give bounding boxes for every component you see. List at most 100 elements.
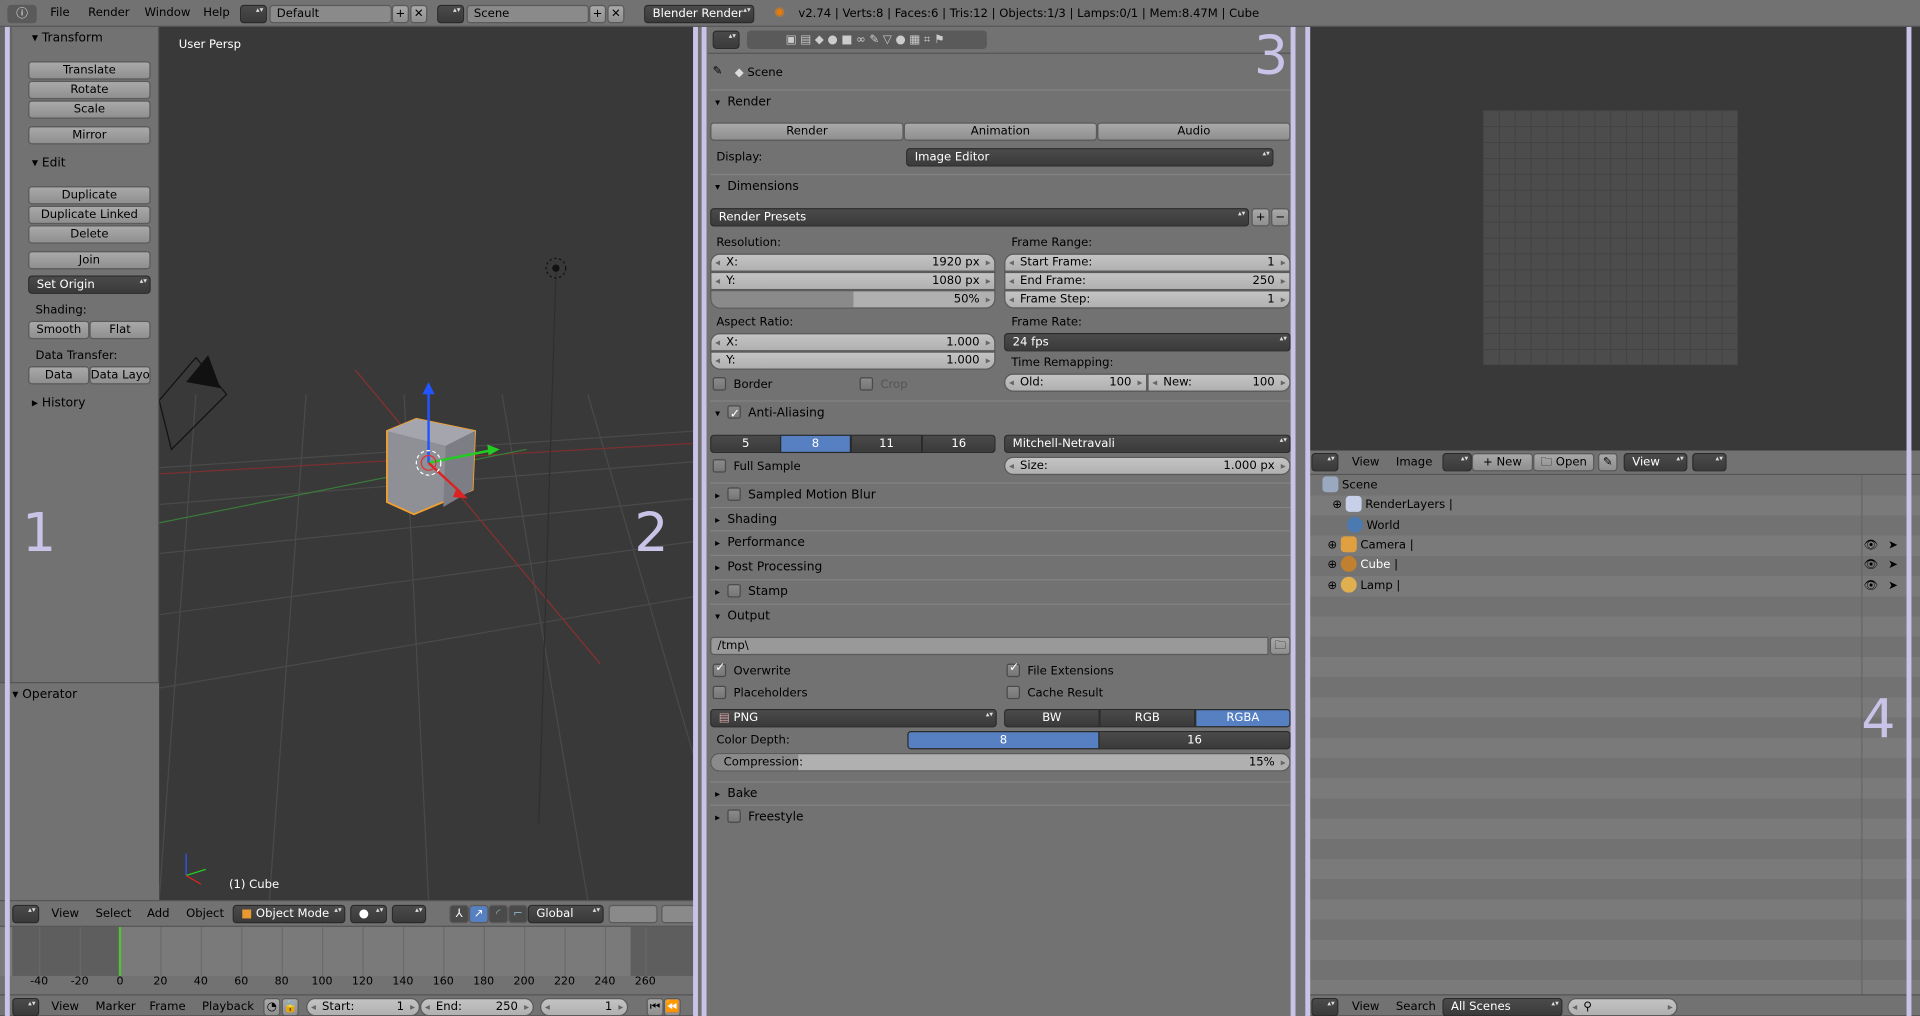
aa-samples-16[interactable]: 16 bbox=[922, 434, 996, 454]
menu-frame[interactable]: Frame bbox=[149, 1000, 185, 1013]
aa-size-field[interactable]: Size:1.000 px bbox=[1004, 456, 1291, 476]
bake-panel-header[interactable]: ▸ Bake bbox=[710, 781, 1291, 805]
motion-blur-checkbox[interactable] bbox=[727, 487, 741, 501]
pivot-select[interactable] bbox=[1692, 453, 1727, 472]
menu-add[interactable]: Add bbox=[147, 907, 170, 920]
file-extensions-checkbox[interactable]: File Extensions bbox=[1006, 661, 1114, 678]
time-remap-new-field[interactable]: New:100 bbox=[1147, 373, 1291, 392]
post-processing-panel-header[interactable]: ▸ Post Processing bbox=[710, 554, 1291, 579]
lock-toggle[interactable]: 🔒 bbox=[281, 997, 299, 1016]
outliner-item-world[interactable]: World bbox=[1310, 516, 1905, 537]
display-mode-select[interactable]: All Scenes bbox=[1442, 997, 1563, 1016]
dimensions-panel-header[interactable]: ▾ Dimensions bbox=[710, 173, 1291, 198]
visibility-eye-icon[interactable]: 👁 bbox=[1864, 577, 1879, 597]
aspect-y-field[interactable]: Y:1.000 bbox=[710, 351, 996, 370]
transform-panel-header[interactable]: ▾ Transform bbox=[32, 32, 103, 45]
new-image-button[interactable]: + New bbox=[1471, 453, 1534, 472]
layout-add-button[interactable]: + bbox=[391, 4, 409, 24]
scene-remove-button[interactable]: ✕ bbox=[607, 4, 625, 24]
image-browse-button[interactable] bbox=[1442, 453, 1472, 472]
outliner-item-lamp[interactable]: ⊕ Lamp | 👁 ➤ bbox=[1310, 576, 1905, 597]
frame-step-field[interactable]: Frame Step:1 bbox=[1004, 290, 1291, 309]
anti-aliasing-checkbox[interactable] bbox=[727, 403, 741, 427]
image-editor[interactable] bbox=[1307, 26, 1920, 451]
edit-panel-header[interactable]: ▾ Edit bbox=[32, 157, 66, 170]
color-mode-bw[interactable]: BW bbox=[1004, 708, 1100, 728]
render-panel-header[interactable]: ▾ Render bbox=[710, 89, 1291, 113]
flat-button[interactable]: Flat bbox=[89, 320, 151, 340]
translate-manipulator[interactable]: ↗ bbox=[468, 904, 489, 924]
scale-manipulator[interactable]: ⌐ bbox=[508, 904, 528, 924]
outliner-search-input[interactable]: ⚲ bbox=[1567, 997, 1678, 1016]
render-engine-select[interactable]: Blender Render bbox=[644, 4, 755, 24]
aa-filter-select[interactable]: Mitchell-Netravali bbox=[1004, 434, 1291, 454]
scene-icon-button[interactable] bbox=[437, 4, 465, 24]
file-format-select[interactable]: ▤ PNG bbox=[710, 708, 997, 728]
layout-remove-button[interactable]: ✕ bbox=[410, 4, 428, 24]
translate-button[interactable]: Translate bbox=[28, 61, 151, 80]
outliner-item-cube[interactable]: ⊕ Cube | 👁 ➤ bbox=[1310, 555, 1905, 576]
aa-samples-8[interactable]: 8 bbox=[780, 434, 852, 454]
aa-samples-11[interactable]: 11 bbox=[851, 434, 923, 454]
outliner-item-renderlayers[interactable]: ⊕ RenderLayers | bbox=[1310, 495, 1905, 516]
selectability-cursor-icon[interactable]: ➤ bbox=[1888, 577, 1898, 597]
preview-range-toggle[interactable]: ◔ bbox=[263, 997, 281, 1016]
selectability-cursor-icon[interactable]: ➤ bbox=[1888, 536, 1898, 556]
frame-rate-select[interactable]: 24 fps bbox=[1004, 333, 1291, 352]
image-editor-type-button[interactable] bbox=[1311, 453, 1339, 472]
stamp-checkbox[interactable] bbox=[727, 584, 741, 598]
selectability-cursor-icon[interactable]: ➤ bbox=[1888, 556, 1898, 576]
menu-help[interactable]: Help bbox=[203, 6, 230, 19]
sampled-motion-blur-panel-header[interactable]: ▸ Sampled Motion Blur bbox=[710, 482, 1291, 506]
time-remap-old-field[interactable]: Old:100 bbox=[1004, 373, 1148, 392]
smooth-button[interactable]: Smooth bbox=[28, 320, 90, 340]
view-mode-select[interactable]: View bbox=[1623, 453, 1688, 472]
crop-checkbox[interactable]: Crop bbox=[859, 377, 908, 392]
aspect-x-field[interactable]: X:1.000 bbox=[710, 333, 996, 352]
menu-file[interactable]: File bbox=[50, 6, 69, 19]
mode-select[interactable]: ■ Object Mode bbox=[232, 904, 346, 924]
visibility-eye-icon[interactable]: 👁 bbox=[1864, 536, 1879, 556]
remove-preset-button[interactable]: − bbox=[1271, 208, 1290, 227]
freestyle-checkbox[interactable] bbox=[727, 809, 741, 823]
display-select[interactable]: Image Editor bbox=[906, 148, 1274, 167]
stamp-panel-header[interactable]: ▸ Stamp bbox=[710, 579, 1291, 603]
color-mode-rgb[interactable]: RGB bbox=[1099, 708, 1196, 728]
menu-view[interactable]: View bbox=[51, 907, 79, 920]
history-panel-header[interactable]: ▸ History bbox=[32, 397, 86, 410]
menu-view[interactable]: View bbox=[51, 1000, 79, 1013]
jump-start-button[interactable]: ⏮ bbox=[646, 997, 664, 1016]
3d-viewport[interactable] bbox=[159, 26, 696, 901]
pivot-select[interactable] bbox=[391, 904, 427, 924]
output-panel-header[interactable]: ▾ Output bbox=[710, 603, 1291, 628]
performance-panel-header[interactable]: ▸ Performance bbox=[710, 530, 1291, 554]
shading-panel-header[interactable]: ▸ Shading bbox=[710, 506, 1291, 531]
color-depth-16[interactable]: 16 bbox=[1098, 731, 1291, 750]
animation-button[interactable]: Animation bbox=[903, 122, 1098, 141]
end-frame-field[interactable]: End:250 bbox=[420, 997, 534, 1016]
start-frame-field[interactable]: Start Frame:1 bbox=[1004, 253, 1291, 272]
layout-icon-button[interactable] bbox=[240, 4, 267, 24]
operator-panel-header[interactable]: ▾ Operator bbox=[12, 688, 77, 701]
full-sample-checkbox[interactable]: Full Sample bbox=[712, 459, 801, 474]
orientation-select[interactable]: Global bbox=[527, 904, 604, 924]
aa-samples-5[interactable]: 5 bbox=[710, 434, 782, 454]
color-depth-8[interactable]: 8 bbox=[907, 731, 1100, 750]
placeholders-checkbox[interactable]: Placeholders bbox=[712, 685, 808, 700]
border-checkbox[interactable]: Border bbox=[712, 377, 772, 392]
browse-folder-button[interactable]: 🗀 bbox=[1269, 636, 1291, 656]
end-frame-field[interactable]: End Frame:250 bbox=[1004, 271, 1291, 291]
start-frame-field[interactable]: Start:1 bbox=[306, 997, 421, 1016]
scene-select[interactable]: Scene bbox=[466, 4, 589, 24]
current-frame-field[interactable]: 1 bbox=[540, 997, 629, 1016]
color-mode-rgba[interactable]: RGBA bbox=[1195, 708, 1291, 728]
compression-slider[interactable]: Compression:15% bbox=[710, 753, 1291, 772]
data-button[interactable]: Data bbox=[28, 366, 90, 385]
editor-type-button[interactable] bbox=[12, 904, 40, 924]
render-presets-select[interactable]: Render Presets bbox=[710, 208, 1249, 227]
menu-search[interactable]: Search bbox=[1396, 1000, 1436, 1013]
menu-render[interactable]: Render bbox=[88, 6, 129, 19]
open-image-button[interactable]: 🗀 Open bbox=[1533, 453, 1595, 472]
menu-view[interactable]: View bbox=[1352, 456, 1380, 469]
join-button[interactable]: Join bbox=[28, 251, 151, 270]
